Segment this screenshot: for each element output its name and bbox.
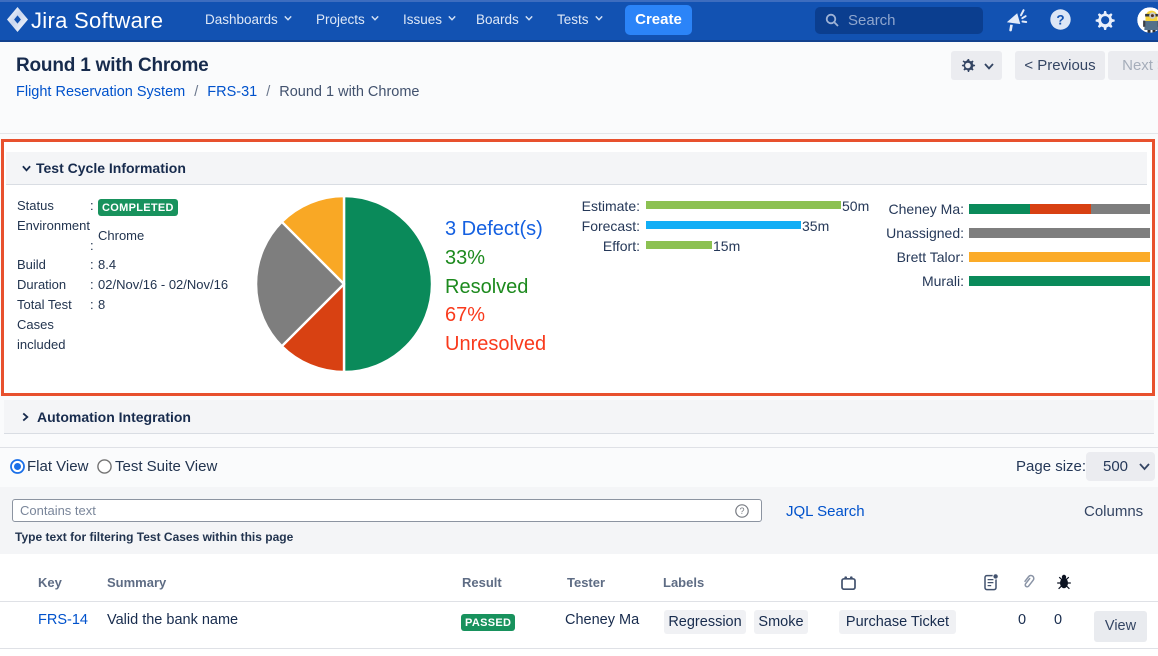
- svg-text:?: ?: [739, 506, 744, 516]
- svg-text:?: ?: [1056, 12, 1064, 27]
